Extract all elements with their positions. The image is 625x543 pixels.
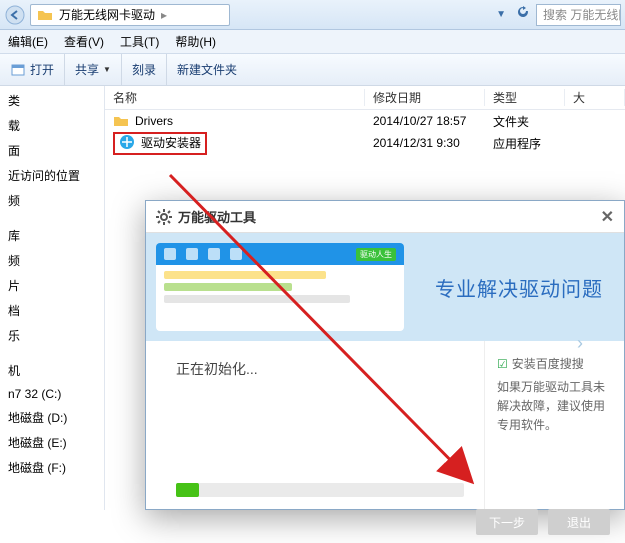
status-text: 正在初始化... (176, 359, 464, 379)
breadcrumb[interactable]: 万能无线网卡驱动 ▸ (30, 4, 230, 26)
close-icon[interactable]: ✕ (601, 207, 614, 227)
open-button[interactable]: 打开 (0, 54, 65, 85)
nav-item[interactable]: 片 (0, 273, 104, 298)
chevron-right-icon: › (577, 333, 584, 354)
col-type[interactable]: 类型 (485, 89, 565, 106)
nav-item[interactable]: 频 (0, 188, 104, 213)
col-size[interactable]: 大 (565, 89, 625, 106)
nav-item[interactable]: 地磁盘 (F:) (0, 455, 104, 480)
chevron-right-icon: ▸ (161, 8, 167, 22)
address-bar: 万能无线网卡驱动 ▸ ▼ 搜索 万能无线网 (0, 0, 625, 30)
banner-illustration: 驱动人生 (156, 243, 404, 331)
dialog-title: 万能驱动工具 (178, 207, 256, 226)
nav-item[interactable]: 频 (0, 248, 104, 273)
nav-item[interactable]: 载 (0, 113, 104, 138)
dialog-titlebar[interactable]: 万能驱动工具 ✕ (146, 201, 624, 233)
nav-item[interactable]: n7 32 (C:) (0, 383, 104, 405)
nav-item[interactable]: 机 (0, 358, 104, 383)
app-icon (119, 134, 135, 150)
burn-button[interactable]: 刻录 (122, 54, 167, 85)
col-name[interactable]: 名称 (105, 89, 365, 106)
gear-icon (156, 209, 172, 225)
search-placeholder: 搜索 万能无线网 (543, 6, 621, 23)
breadcrumb-folder: 万能无线网卡驱动 (59, 6, 155, 23)
nav-item[interactable]: 乐 (0, 323, 104, 348)
back-button[interactable] (4, 4, 26, 26)
progress-bar (176, 483, 464, 497)
search-input[interactable]: 搜索 万能无线网 (536, 4, 621, 26)
menu-bar: 编辑(E) 查看(V) 工具(T) 帮助(H) (0, 30, 625, 54)
nav-item[interactable]: 地磁盘 (E:) (0, 430, 104, 455)
command-bar: 打开 共享▼ 刻录 新建文件夹 (0, 54, 625, 86)
chevron-down-icon: ▼ (103, 65, 111, 74)
driver-tool-dialog: 万能驱动工具 ✕ 驱动人生 专业解决驱动问题 › (145, 200, 625, 510)
refresh-icon[interactable] (516, 5, 530, 24)
navigation-pane: 类 载 面 近访问的位置 频 库 频 片 档 乐 机 n7 32 (C:) 地磁… (0, 86, 105, 510)
dropdown-icon[interactable]: ▼ (496, 9, 506, 20)
file-date: 2014/12/31 9:30 (365, 136, 485, 150)
file-name: Drivers (135, 114, 173, 128)
banner-slogan: 专业解决驱动问题 (435, 273, 603, 302)
menu-tools[interactable]: 工具(T) (112, 33, 167, 50)
progress-fill (176, 483, 199, 497)
tip-title: 安装百度搜搜 (512, 357, 584, 371)
nav-item[interactable]: 类 (0, 88, 104, 113)
folder-icon (37, 7, 53, 23)
highlight-box: 驱动安装器 (113, 132, 207, 155)
col-date[interactable]: 修改日期 (365, 89, 485, 106)
share-button[interactable]: 共享▼ (65, 54, 122, 85)
nav-item[interactable]: 地磁盘 (D:) (0, 405, 104, 430)
dialog-sidebar: ☑ 安装百度搜搜 如果万能驱动工具未解决故障，建议使用专用软件。 (484, 341, 624, 509)
dialog-banner: 驱动人生 专业解决驱动问题 › (146, 233, 624, 341)
banner-badge: 驱动人生 (356, 248, 396, 261)
nav-item[interactable]: 近访问的位置 (0, 163, 104, 188)
nav-item[interactable]: 档 (0, 298, 104, 323)
nav-item[interactable]: 面 (0, 138, 104, 163)
tip-body: 如果万能驱动工具未解决故障，建议使用专用软件。 (497, 378, 612, 436)
file-name: 驱动安装器 (141, 134, 201, 151)
new-folder-button[interactable]: 新建文件夹 (167, 54, 247, 85)
column-headers: 名称 修改日期 类型 大 (105, 86, 625, 110)
file-row[interactable]: Drivers 2014/10/27 18:57 文件夹 (105, 110, 625, 132)
nav-item[interactable]: 库 (0, 223, 104, 248)
check-icon: ☑ (497, 357, 508, 371)
file-type: 应用程序 (485, 135, 565, 152)
menu-edit[interactable]: 编辑(E) (0, 33, 56, 50)
file-row[interactable]: 驱动安装器 2014/12/31 9:30 应用程序 (105, 132, 625, 154)
folder-icon (113, 113, 129, 129)
file-type: 文件夹 (485, 113, 565, 130)
primary-button[interactable]: 下一步 (476, 509, 538, 535)
cancel-button[interactable]: 退出 (548, 509, 610, 535)
open-icon (10, 62, 26, 78)
menu-help[interactable]: 帮助(H) (167, 33, 224, 50)
menu-view[interactable]: 查看(V) (56, 33, 112, 50)
file-date: 2014/10/27 18:57 (365, 114, 485, 128)
